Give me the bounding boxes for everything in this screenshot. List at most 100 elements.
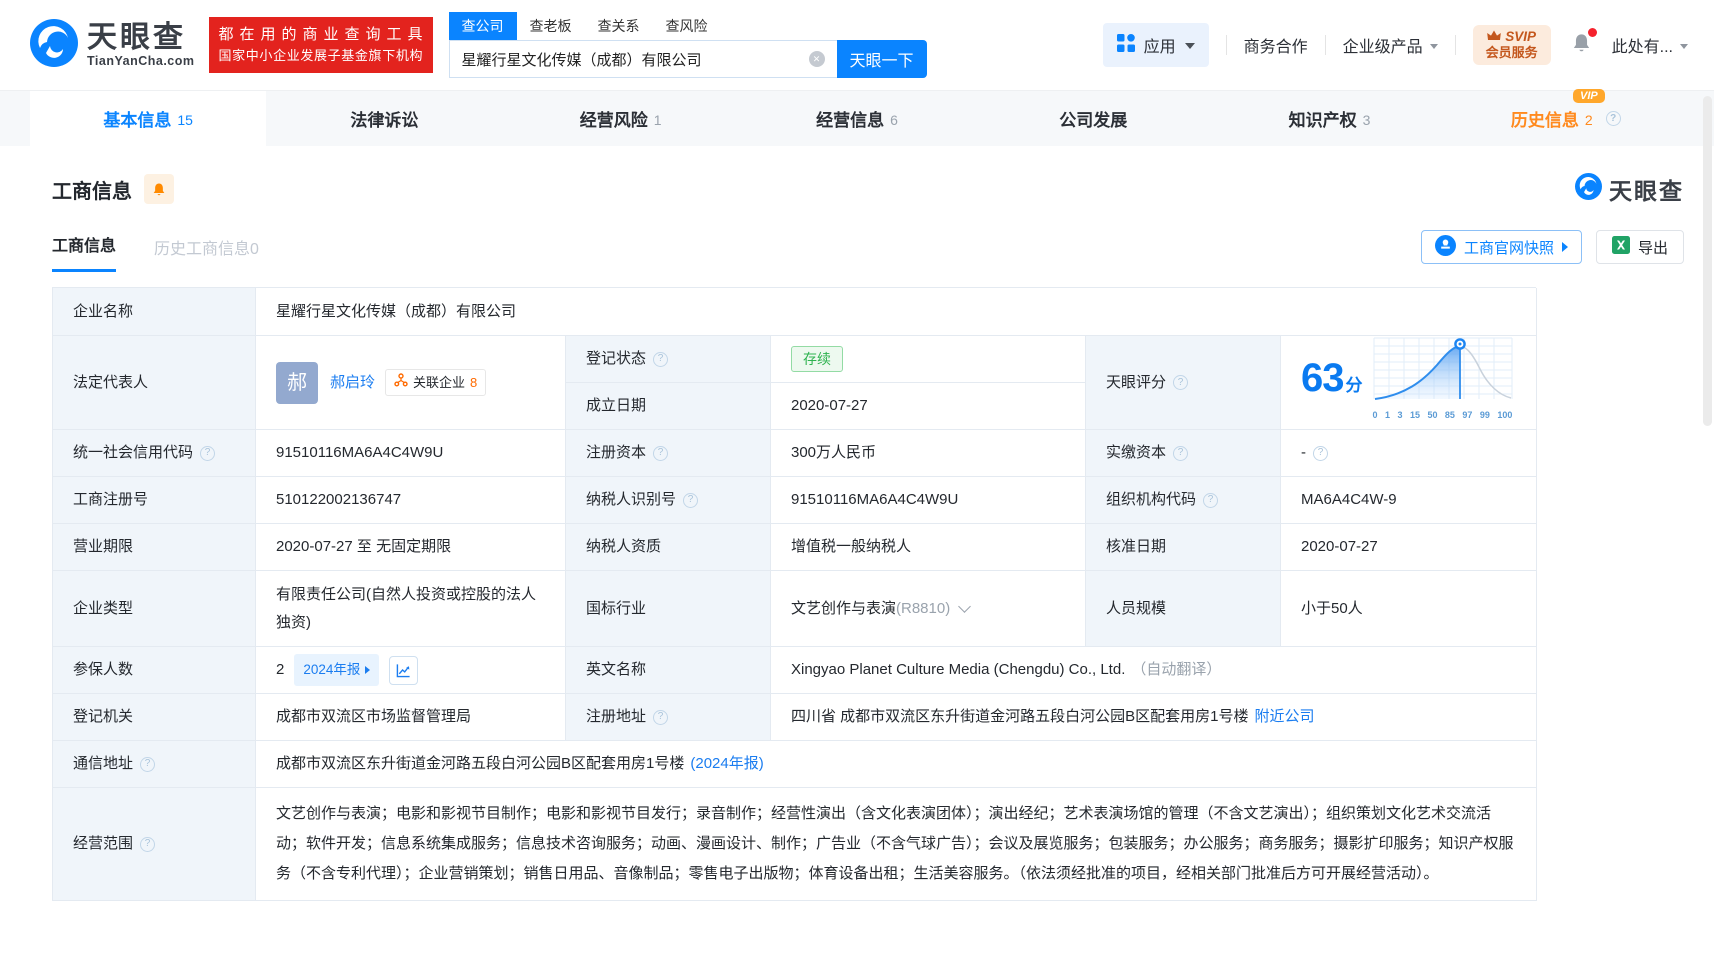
tab-legal-proceedings[interactable]: 法律诉讼: [266, 91, 502, 146]
help-icon[interactable]: [653, 710, 668, 725]
tianyancha-page: 天眼查 TianYanCha.com 都在用的商业查询工具 国家中小企业发展子基…: [0, 0, 1714, 901]
field-value-registration-authority: 成都市双流区市场监督管理局: [256, 694, 566, 741]
scrollbar[interactable]: [1703, 96, 1712, 426]
field-value-tianyan-score[interactable]: 63分: [1281, 336, 1537, 430]
help-icon[interactable]: [140, 837, 155, 852]
field-value-english-name: Xingyao Planet Culture Media (Chengdu) C…: [771, 647, 1537, 694]
subtab-history-business-info[interactable]: 历史工商信息0: [154, 235, 259, 272]
nearby-companies-link[interactable]: 附近公司: [1255, 704, 1315, 730]
header-actions: 应用 商务合作 企业级产品 SVIP 会员服务: [1103, 23, 1688, 67]
clear-search-icon[interactable]: [809, 51, 825, 67]
field-value-business-term: 2020-07-27 至 无固定期限: [256, 524, 566, 571]
arrow-right-icon: [365, 666, 370, 674]
tianyancha-logo-icon: [1575, 173, 1602, 205]
section-header: 工商信息 天眼查: [52, 172, 1684, 206]
svip-membership-button[interactable]: SVIP 会员服务: [1473, 25, 1551, 65]
help-icon[interactable]: [1173, 446, 1188, 461]
help-icon[interactable]: [1606, 111, 1621, 126]
annual-report-link[interactable]: (2024年报): [690, 751, 763, 777]
table-row: 工商注册号 510122002136747 纳税人识别号 91510116MA6…: [52, 477, 1536, 524]
field-label-registration-status: 登记状态: [566, 336, 771, 383]
field-value-taxpayer-quality: 增值税一般纳税人: [771, 524, 1086, 571]
field-value-organization-code: MA6A4C4W-9: [1281, 477, 1537, 524]
field-label-insured-count: 参保人数: [53, 647, 256, 694]
help-icon[interactable]: [200, 446, 215, 461]
tianyancha-logo[interactable]: 天眼查 TianYanCha.com: [30, 19, 195, 72]
search-tab-relations[interactable]: 查关系: [585, 12, 653, 40]
score-value: 63: [1301, 356, 1344, 400]
field-value-taxpayer-id: 91510116MA6A4C4W9U: [771, 477, 1086, 524]
field-value-insured-count: 2 2024年报: [256, 647, 566, 694]
legal-rep-avatar[interactable]: 郝: [276, 362, 318, 404]
help-icon[interactable]: [653, 352, 668, 367]
help-icon[interactable]: [140, 757, 155, 772]
field-label-mailing-address: 通信地址: [53, 741, 256, 788]
apps-label: 应用: [1144, 33, 1176, 57]
search-input[interactable]: [449, 40, 837, 78]
promo-line2: 国家中小企业发展子基金旗下机构: [219, 46, 423, 66]
subscribe-bell-icon[interactable]: [144, 174, 174, 204]
vip-badge: VIP: [1573, 89, 1605, 103]
tab-basic-info[interactable]: 基本信息 15: [30, 91, 266, 146]
table-row: 统一社会信用代码 91510116MA6A4C4W9U 注册资本 300万人民币…: [52, 430, 1536, 477]
official-snapshot-button[interactable]: 工商官网快照: [1421, 230, 1582, 264]
help-icon[interactable]: [653, 446, 668, 461]
help-icon[interactable]: [1313, 446, 1328, 461]
promo-badge: 都在用的商业查询工具 国家中小企业发展子基金旗下机构: [209, 17, 433, 73]
table-row: 参保人数 2 2024年报 英文名称 Xingyao Planet Cultur…: [52, 647, 1536, 694]
legal-rep-name-link[interactable]: 郝启玲: [330, 370, 375, 396]
tab-company-development[interactable]: 公司发展: [975, 91, 1211, 146]
chevron-down-icon: [1680, 44, 1688, 49]
field-label-tianyan-score: 天眼评分: [1086, 336, 1281, 430]
field-label-staff-size: 人员规模: [1086, 571, 1281, 647]
annual-report-badge[interactable]: 2024年报: [294, 654, 379, 686]
brand-name: 天眼查: [87, 22, 195, 54]
search-tab-boss[interactable]: 查老板: [517, 12, 585, 40]
search-tab-company[interactable]: 查公司: [449, 12, 517, 40]
subtab-row: 工商信息 历史工商信息0 工商官网快照 导出: [52, 230, 1684, 272]
tab-operational-risk[interactable]: 经营风险 1: [503, 91, 739, 146]
divider: [1325, 35, 1326, 55]
field-label-organization-code: 组织机构代码: [1086, 477, 1281, 524]
notifications-bell-icon[interactable]: [1570, 31, 1593, 60]
field-label-registration-number: 工商注册号: [53, 477, 256, 524]
notification-dot: [1588, 28, 1597, 37]
field-label-credit-code: 统一社会信用代码: [53, 430, 256, 477]
tab-history-info[interactable]: 历史信息 2 VIP: [1448, 91, 1684, 146]
table-row: 企业类型 有限责任公司(自然人投资或控股的法人独资) 国标行业 文艺创作与表演 …: [52, 571, 1536, 647]
related-companies-badge[interactable]: 关联企业 8: [385, 369, 486, 396]
business-cooperation-link[interactable]: 商务合作: [1244, 33, 1308, 57]
subtab-business-info[interactable]: 工商信息: [52, 232, 116, 272]
export-button[interactable]: 导出: [1596, 230, 1684, 264]
enterprise-products-menu[interactable]: 企业级产品: [1343, 33, 1438, 57]
top-header: 天眼查 TianYanCha.com 都在用的商业查询工具 国家中小企业发展子基…: [0, 0, 1714, 90]
help-icon[interactable]: [1203, 493, 1218, 508]
chevron-down-icon: [1430, 44, 1438, 49]
tab-intellectual-property[interactable]: 知识产权 3: [1211, 91, 1447, 146]
field-label-english-name: 英文名称: [566, 647, 771, 694]
field-value-staff-size: 小于50人: [1281, 571, 1537, 647]
search-tab-risk[interactable]: 查风险: [653, 12, 721, 40]
tab-business-operations[interactable]: 经营信息 6: [739, 91, 975, 146]
table-row: 企业名称 星耀行星文化传媒（成都）有限公司: [52, 288, 1536, 336]
field-label-establish-date: 成立日期: [566, 383, 771, 430]
score-axis-labels: 0131550859799100: [1373, 402, 1513, 428]
account-menu[interactable]: 此处有...: [1612, 33, 1688, 57]
field-value-mailing-address: 成都市双流区东升街道金河路五段白河公园B区配套用房1号楼 (2024年报): [256, 741, 1537, 788]
field-value-company-name: 星耀行星文化传媒（成都）有限公司: [256, 288, 1537, 336]
company-detail-tabs: 基本信息 15 法律诉讼 经营风险 1 经营信息 6 公司发展 知识产权 3 历…: [0, 90, 1714, 146]
field-label-registration-authority: 登记机关: [53, 694, 256, 741]
chevron-down-icon: [1185, 43, 1195, 49]
trend-chart-button[interactable]: [389, 656, 418, 685]
chevron-down-icon[interactable]: [958, 600, 971, 613]
search-tabs: 查公司 查老板 查关系 查风险: [449, 12, 927, 40]
field-value-business-scope: 文艺创作与表演；电影和影视节目制作；电影和影视节目发行；录音制作；经营性演出（含…: [256, 788, 1537, 901]
excel-icon: [1612, 236, 1630, 258]
search-button[interactable]: 天眼一下: [837, 40, 927, 78]
help-icon[interactable]: [683, 493, 698, 508]
field-value-credit-code: 91510116MA6A4C4W9U: [256, 430, 566, 477]
apps-menu-button[interactable]: 应用: [1103, 23, 1209, 67]
help-icon[interactable]: [1173, 375, 1188, 390]
org-graph-icon: [394, 370, 408, 396]
field-label-taxpayer-id: 纳税人识别号: [566, 477, 771, 524]
